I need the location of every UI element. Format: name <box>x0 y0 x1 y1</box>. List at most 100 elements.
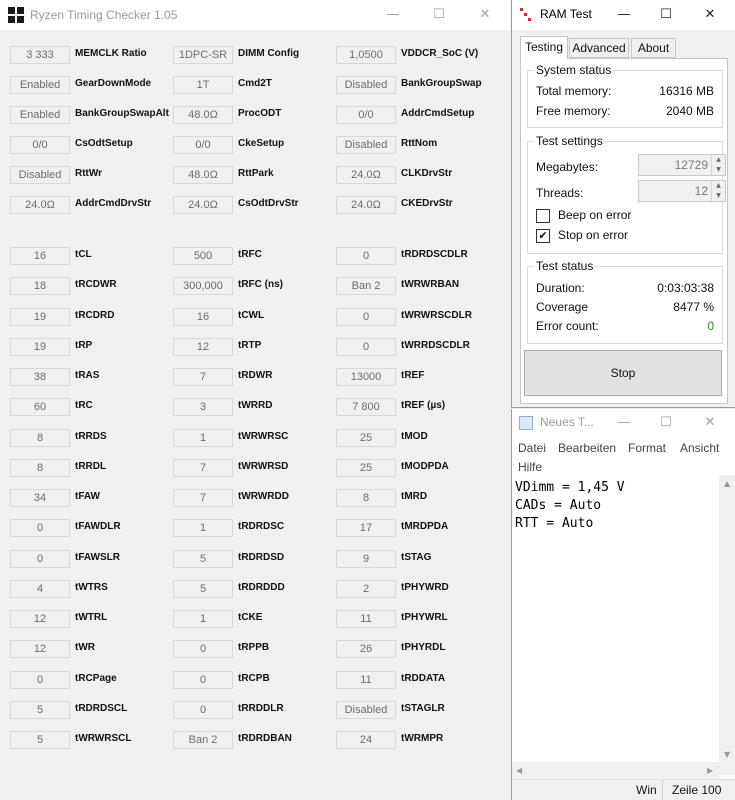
parameter-label: VDDCR_SoC (V) <box>401 48 479 59</box>
spin-down-icon[interactable]: ▼ <box>712 191 725 201</box>
free-memory-value: 2040 MB <box>665 104 714 118</box>
value-box: 5 <box>10 731 70 749</box>
value-box: Ban 2 <box>173 731 233 749</box>
tab-about[interactable]: About <box>631 38 676 58</box>
error-count-label: Error count: <box>536 319 599 333</box>
rtc-window-title: Ryzen Timing Checker 1.05 <box>30 8 178 22</box>
parameter-label: CsOdtDrvStr <box>238 198 299 209</box>
value-box: 0 <box>173 670 233 689</box>
parameter-label: BankGroupSwap <box>401 78 482 89</box>
scroll-down-arrow-icon[interactable]: ▼ <box>724 750 730 759</box>
menu-hilfe[interactable]: Hilfe <box>518 460 542 474</box>
value-box: 0 <box>336 247 396 265</box>
parameter-label: tFAWSLR <box>75 551 120 563</box>
spin-up-icon[interactable]: ▲ <box>712 155 725 165</box>
value-box: 1 <box>173 519 233 538</box>
coverage-value: 8477 % <box>673 300 714 314</box>
value-box: 48.0Ω <box>173 166 233 184</box>
maximize-button[interactable]: ☐ <box>646 409 686 437</box>
parameter-label: tPHYWRD <box>401 581 449 593</box>
menu-datei[interactable]: Datei <box>518 441 546 455</box>
maximize-button[interactable]: ☐ <box>416 0 462 30</box>
horizontal-scrollbar[interactable]: ◀ ▶ <box>512 762 719 779</box>
value-box: 1T <box>173 76 233 94</box>
test-status-group: Test status Duration: 0:03:03:38 Coverag… <box>527 259 723 344</box>
minimize-button[interactable]: — <box>604 0 644 30</box>
parameter-label: tMOD <box>401 430 428 442</box>
ramtest-titlebar[interactable]: RAM Test — ☐ ✕ <box>512 0 735 30</box>
spin-down-icon[interactable]: ▼ <box>712 165 725 175</box>
parameter-label: tCWL <box>238 309 265 321</box>
minimize-button[interactable]: — <box>604 409 644 437</box>
parameter-label: tRDRDBAN <box>238 733 292 744</box>
parameter-label: tFAWDLR <box>75 521 121 533</box>
threads-spin-buttons[interactable]: ▲ ▼ <box>711 181 725 201</box>
parameter-label: tWRMPR <box>401 733 444 744</box>
rtc-row: 4 tWTRS 5 tRDRDDD 2 tPHYWRD <box>0 579 510 598</box>
notepad-titlebar[interactable]: Neues T... — ☐ ✕ <box>512 409 735 437</box>
value-box: 48.0Ω <box>173 106 233 124</box>
tab-advanced[interactable]: Advanced <box>569 38 629 58</box>
test-status-title: Test status <box>534 259 596 273</box>
parameter-label: AddrCmdSetup <box>401 108 475 119</box>
scroll-up-arrow-icon[interactable]: ▲ <box>724 479 730 488</box>
rtc-titlebar[interactable]: Ryzen Timing Checker 1.05 — ☐ ✕ <box>0 0 510 30</box>
parameter-label: tWRWRBAN <box>401 279 460 291</box>
scroll-right-arrow-icon[interactable]: ▶ <box>707 766 713 775</box>
parameter-label: tRFC <box>238 249 262 260</box>
close-button[interactable]: ✕ <box>462 0 508 30</box>
megabytes-value: 12729 <box>674 158 708 172</box>
menu-ansicht[interactable]: Ansicht <box>680 441 719 455</box>
stop-on-error-label: Stop on error <box>558 228 629 242</box>
value-box: 18 <box>10 277 70 296</box>
parameter-label: Cmd2T <box>238 78 272 89</box>
text-line: CADs = Auto <box>515 498 602 513</box>
value-box: 3 <box>173 398 233 417</box>
rtc-row: 38 tRAS 7 tRDWR 13000 tREF <box>0 368 510 386</box>
value-box: 9 <box>336 549 396 568</box>
spin-up-icon[interactable]: ▲ <box>712 181 725 191</box>
value-box: 0 <box>10 519 70 538</box>
parameter-label: tCKE <box>238 612 263 623</box>
value-box: 1 <box>173 610 233 628</box>
rtc-row: 3 333 MEMCLK Ratio 1DPC-SR DIMM Config 1,050… <box>0 46 510 64</box>
parameter-label: tWRWRSCL <box>75 733 132 744</box>
parameter-label: tRRDDLR <box>238 702 284 714</box>
rtc-row: 0/0 CsOdtSetup 0/0 CkeSetup Disabled RttNom <box>0 136 510 154</box>
notepad-window-title: Neues T... <box>540 415 594 429</box>
value-box: Disabled <box>10 166 70 184</box>
value-box: 38 <box>10 368 70 386</box>
minimize-button[interactable]: — <box>370 0 416 30</box>
maximize-button[interactable]: ☐ <box>646 0 686 30</box>
beep-on-error-checkbox[interactable] <box>536 209 550 223</box>
value-box: 5 <box>173 549 233 568</box>
value-box: 0 <box>336 337 396 356</box>
value-box: 26 <box>336 640 396 659</box>
parameter-label: tMODPDA <box>401 460 449 472</box>
value-box: 8 <box>10 458 70 477</box>
menu-bearbeiten[interactable]: Bearbeiten <box>558 441 616 455</box>
stop-on-error-checkbox[interactable]: ✔ <box>536 229 550 243</box>
threads-stepper[interactable]: 12 ▲ ▼ <box>638 180 726 202</box>
parameter-label: tWRWRSCDLR <box>401 309 472 321</box>
vertical-scrollbar[interactable]: ▲ ▼ <box>719 475 735 775</box>
scroll-left-arrow-icon[interactable]: ◀ <box>516 766 522 775</box>
rtc-row: 0 tFAWDLR 1 tRDRDSC 17 tMRDPDA <box>0 519 510 538</box>
megabytes-label: Megabytes: <box>536 160 599 174</box>
menu-format[interactable]: Format <box>628 441 666 455</box>
parameter-label: tREF <box>401 370 425 381</box>
stop-button[interactable]: Stop <box>524 350 722 396</box>
parameter-label: tRDRDSCL <box>75 702 128 714</box>
parameter-label: tWRWRSD <box>238 460 289 472</box>
megabytes-spin-buttons[interactable]: ▲ ▼ <box>711 155 725 175</box>
rtc-row: Enabled BankGroupSwapAlt 48.0Ω ProcODT 0/0 Ad… <box>0 106 510 124</box>
notepad-text-area[interactable]: VDimm = 1,45 V CADs = Auto RTT = Auto <box>515 479 715 533</box>
tab-testing[interactable]: Testing <box>520 36 568 59</box>
megabytes-stepper[interactable]: 12729 ▲ ▼ <box>638 154 726 176</box>
total-memory-label: Total memory: <box>536 84 612 98</box>
parameter-label: ProcODT <box>238 108 282 119</box>
threads-value: 12 <box>694 184 708 198</box>
close-button[interactable]: ✕ <box>690 0 730 30</box>
close-button[interactable]: ✕ <box>690 409 730 437</box>
parameter-label: tWTRL <box>75 612 108 623</box>
